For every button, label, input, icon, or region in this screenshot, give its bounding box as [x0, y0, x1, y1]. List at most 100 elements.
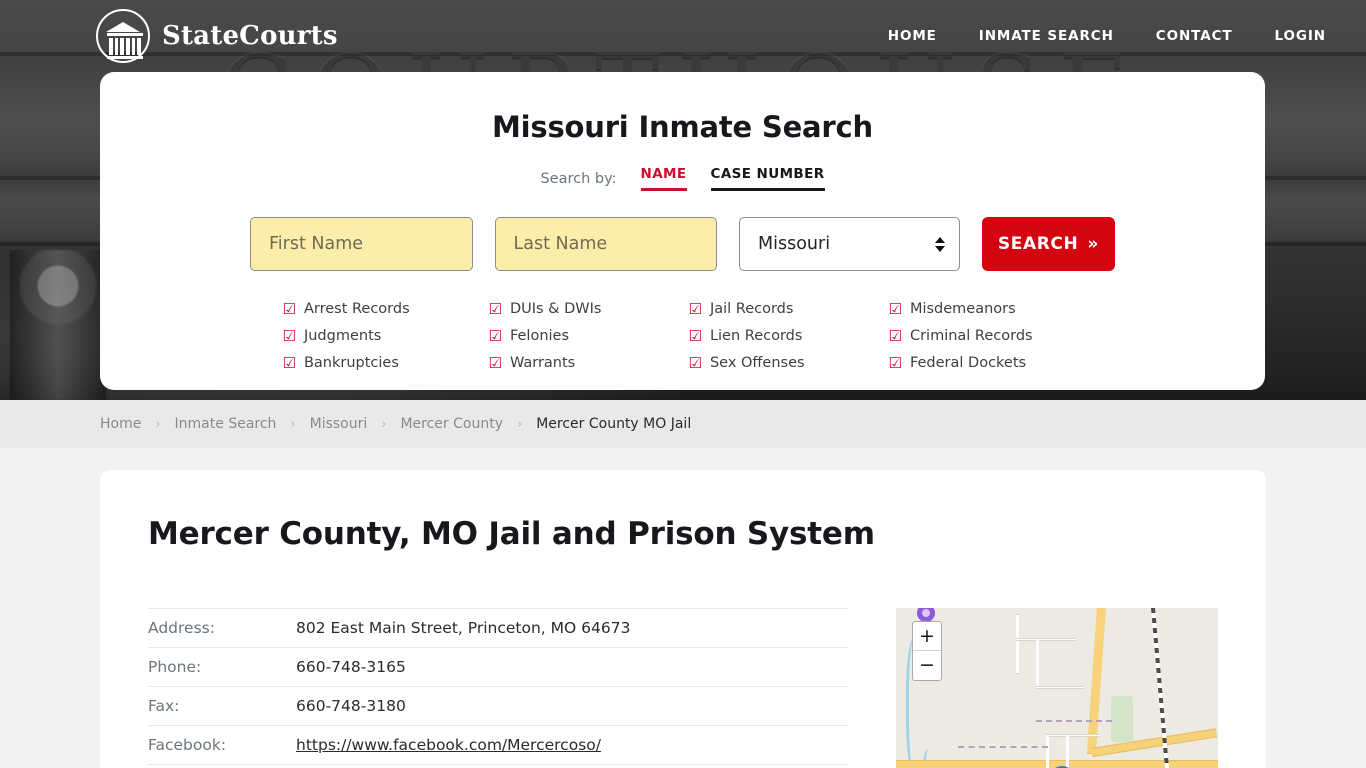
record-type-item[interactable]: ☑ Sex Offenses	[689, 351, 889, 375]
breadcrumb: Home › Inmate Search › Missouri › Mercer…	[0, 400, 1366, 448]
breadcrumb-item-inmate-search[interactable]: Inmate Search	[175, 416, 277, 432]
record-type-item[interactable]: ☑ Warrants	[489, 351, 689, 375]
record-type-item[interactable]: ☑ DUIs & DWIs	[489, 297, 689, 321]
checkbox-checked-icon: ☑	[888, 299, 902, 318]
record-type-item[interactable]: ☑ Federal Dockets	[889, 351, 1089, 375]
record-type-label: Misdemeanors	[909, 301, 1016, 317]
record-type-item[interactable]: ☑ Lien Records	[689, 324, 889, 348]
table-row: Facebook: https://www.facebook.com/Merce…	[148, 725, 848, 765]
hero-column-decoration	[10, 250, 106, 400]
record-type-label: Sex Offenses	[709, 355, 805, 371]
hero-section: COURTHOUSE StateCourts HOME INMATE SEARC…	[0, 0, 1366, 400]
map-road-minor	[1046, 734, 1049, 768]
chevron-right-icon: ›	[290, 416, 296, 432]
table-row: Address: 802 East Main Street, Princeton…	[148, 608, 848, 648]
breadcrumb-item-mercer-county[interactable]: Mercer County	[400, 416, 503, 432]
record-type-label: Judgments	[303, 328, 382, 344]
record-type-item[interactable]: ☑ Felonies	[489, 324, 689, 348]
chevron-updown-icon	[934, 236, 945, 252]
checkbox-checked-icon: ☑	[888, 326, 902, 345]
nav-item-inmate-search[interactable]: INMATE SEARCH	[979, 28, 1114, 44]
location-map[interactable]: Princeton + −	[896, 608, 1218, 768]
record-type-item[interactable]: ☑ Jail Records	[689, 297, 889, 321]
breadcrumb-item-home[interactable]: Home	[100, 416, 141, 432]
record-type-label: Felonies	[509, 328, 570, 344]
facility-content-card: Mercer County, MO Jail and Prison System…	[100, 470, 1266, 768]
brand-logo[interactable]: StateCourts	[96, 9, 338, 63]
tab-case-number[interactable]: CASE NUMBER	[710, 166, 825, 191]
checkbox-checked-icon: ☑	[688, 326, 702, 345]
map-road-minor	[1016, 614, 1019, 674]
facility-details-table: Address: 802 East Main Street, Princeton…	[148, 608, 848, 765]
checkbox-checked-icon: ☑	[488, 353, 502, 372]
brand-name: StateCourts	[162, 21, 338, 51]
checkbox-checked-icon: ☑	[688, 353, 702, 372]
record-types-list: ☑ Arrest Records ☑ DUIs & DWIs ☑ Jail Recor…	[100, 297, 1265, 375]
map-road	[1086, 608, 1107, 754]
checkbox-checked-icon: ☑	[282, 299, 296, 318]
first-name-input[interactable]: First Name	[250, 217, 473, 271]
checkbox-checked-icon: ☑	[282, 326, 296, 345]
breadcrumb-item-missouri[interactable]: Missouri	[310, 416, 368, 432]
record-type-item[interactable]: ☑ Judgments	[283, 324, 489, 348]
chevron-right-icon: ›	[155, 416, 161, 432]
map-boundary	[1036, 720, 1112, 722]
state-select-value: Missouri	[758, 234, 831, 254]
chevron-right-icon: ›	[517, 416, 523, 432]
checkbox-checked-icon: ☑	[282, 353, 296, 372]
checkbox-checked-icon: ☑	[488, 326, 502, 345]
page-title: Mercer County, MO Jail and Prison System	[148, 516, 875, 552]
detail-value-facebook: https://www.facebook.com/Mercercoso/	[296, 725, 848, 765]
map-road-minor	[1016, 638, 1076, 641]
record-type-label: Jail Records	[709, 301, 794, 317]
checkbox-checked-icon: ☑	[488, 299, 502, 318]
inmate-search-card: Missouri Inmate Search Search by: NAME C…	[100, 72, 1265, 390]
map-road-minor	[1046, 734, 1100, 737]
detail-value-phone: 660-748-3165	[296, 647, 848, 687]
map-zoom-in-button[interactable]: +	[913, 622, 941, 651]
detail-value-address: 802 East Main Street, Princeton, MO 6467…	[296, 608, 848, 648]
last-name-input[interactable]: Last Name	[494, 217, 717, 271]
map-park-area	[1111, 696, 1133, 742]
record-type-item[interactable]: ☑ Criminal Records	[889, 324, 1089, 348]
record-type-label: Bankruptcies	[303, 355, 399, 371]
record-type-label: Warrants	[509, 355, 576, 371]
map-boundary	[958, 746, 1048, 748]
double-chevron-right-icon: »	[1087, 234, 1099, 254]
detail-label-fax: Fax:	[148, 686, 296, 726]
search-form: First Name Last Name Missouri SEARCH »	[100, 217, 1265, 271]
detail-label-address: Address:	[148, 608, 296, 648]
search-by-label: Search by:	[540, 170, 617, 187]
breadcrumb-item-current: Mercer County MO Jail	[536, 416, 692, 432]
map-zoom-controls: + −	[912, 621, 942, 681]
nav-item-home[interactable]: HOME	[888, 28, 937, 44]
search-card-title: Missouri Inmate Search	[492, 110, 873, 144]
state-select[interactable]: Missouri	[739, 217, 960, 271]
tab-name[interactable]: NAME	[640, 166, 687, 191]
top-navigation-bar: StateCourts HOME INMATE SEARCH CONTACT L…	[0, 0, 1366, 72]
nav-item-contact[interactable]: CONTACT	[1156, 28, 1233, 44]
map-road-minor	[1036, 686, 1084, 689]
checkbox-checked-icon: ☑	[688, 299, 702, 318]
chevron-right-icon: ›	[381, 416, 387, 432]
facebook-link[interactable]: https://www.facebook.com/Mercercoso/	[296, 736, 601, 754]
record-type-label: Lien Records	[709, 328, 803, 344]
checkbox-checked-icon: ☑	[888, 353, 902, 372]
courthouse-circle-icon	[96, 9, 150, 63]
record-type-label: DUIs & DWIs	[509, 301, 602, 317]
record-type-label: Criminal Records	[909, 328, 1033, 344]
record-type-item[interactable]: ☑ Arrest Records	[283, 297, 489, 321]
main-nav: HOME INMATE SEARCH CONTACT LOGIN	[888, 28, 1326, 44]
map-zoom-out-button[interactable]: −	[913, 651, 941, 680]
search-button-label: SEARCH	[997, 234, 1079, 254]
nav-item-login[interactable]: LOGIN	[1275, 28, 1327, 44]
table-row: Phone: 660-748-3165	[148, 647, 848, 687]
facility-info-column: Address: 802 East Main Street, Princeton…	[148, 608, 848, 768]
record-type-item[interactable]: ☑ Misdemeanors	[889, 297, 1089, 321]
record-type-item[interactable]: ☑ Bankruptcies	[283, 351, 489, 375]
record-type-label: Federal Dockets	[909, 355, 1027, 371]
map-road-minor	[1036, 638, 1039, 688]
search-button[interactable]: SEARCH »	[981, 217, 1116, 271]
detail-label-phone: Phone:	[148, 647, 296, 687]
search-by-row: Search by: NAME CASE NUMBER	[100, 166, 1265, 191]
